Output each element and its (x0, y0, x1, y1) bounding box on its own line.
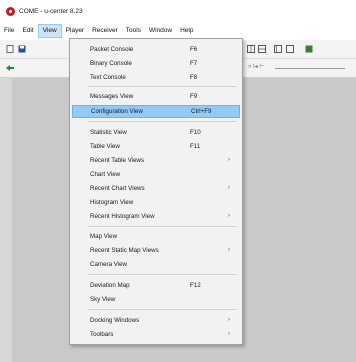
player-controls[interactable]: » I◂ ⊢ (248, 63, 265, 70)
submenu-arrow-icon: › (228, 213, 230, 219)
menu-player[interactable]: Player (62, 24, 88, 38)
menu-tools[interactable]: Tools (122, 24, 145, 38)
menu-item-label: Recent Chart Views (90, 184, 145, 192)
menu-item-label: Configuration View (91, 108, 143, 115)
menu-item-shortcut: F11 (190, 142, 201, 150)
histogram-view-icon[interactable] (286, 45, 294, 53)
grid-view-icon[interactable] (247, 45, 255, 53)
new-file-icon[interactable] (6, 45, 14, 53)
left-dock-strip (0, 78, 12, 362)
title-bar: COME - u-center 8.23 (0, 0, 356, 22)
view-menu-dropdown: Packet Console F6 Binary Console F7 Text… (69, 38, 243, 345)
menu-separator (88, 309, 236, 310)
playback-slider[interactable] (275, 68, 345, 69)
menu-item-shortcut: F12 (190, 281, 201, 289)
menu-item-label: Recent Static Map Views (90, 246, 159, 254)
window-title: COME - u-center 8.23 (19, 7, 83, 15)
menu-item-docking-windows[interactable]: Docking Windows › (72, 314, 238, 326)
menu-item-configuration-view[interactable]: Configuration View Ctrl+F9 (72, 105, 240, 118)
menu-item-sky-view[interactable]: Sky View (72, 293, 238, 305)
submenu-arrow-icon: › (228, 185, 230, 191)
menu-item-label: Histogram View (90, 198, 134, 206)
menu-file[interactable]: File (0, 24, 18, 38)
connect-icon[interactable] (6, 64, 14, 72)
menu-help[interactable]: Help (176, 24, 197, 38)
menu-item-shortcut: F8 (190, 73, 198, 81)
save-icon[interactable] (18, 45, 26, 53)
menu-item-recent-chart-views[interactable]: Recent Chart Views › (72, 182, 238, 194)
menu-item-label: Binary Console (90, 59, 132, 67)
menu-item-recent-histogram-view[interactable]: Recent Histogram View › (72, 210, 238, 222)
menu-item-chart-view[interactable]: Chart View (72, 168, 238, 180)
menu-item-map-view[interactable]: Map View (72, 230, 238, 242)
menu-item-label: Toolbars (90, 330, 114, 338)
menu-item-packet-console[interactable]: Packet Console F6 (72, 43, 238, 55)
menu-item-statistic-view[interactable]: Statistic View F10 (72, 126, 238, 138)
menu-view[interactable]: View (37, 24, 62, 38)
menu-item-label: Recent Histogram View (90, 212, 155, 220)
menu-item-label: Messages View (90, 92, 134, 100)
menu-item-shortcut: F7 (190, 59, 198, 67)
menu-item-label: Camera View (90, 260, 128, 268)
map-view-icon[interactable] (305, 45, 313, 53)
submenu-arrow-icon: › (228, 157, 230, 163)
menu-separator (88, 226, 236, 227)
menu-item-recent-static-map-views[interactable]: Recent Static Map Views › (72, 244, 238, 256)
menu-item-toolbars[interactable]: Toolbars › (72, 328, 238, 340)
submenu-arrow-icon: › (228, 317, 230, 323)
menu-item-label: Map View (90, 232, 118, 240)
menu-item-deviation-map[interactable]: Deviation Map F12 (72, 279, 238, 291)
menu-item-label: Chart View (90, 170, 121, 178)
menu-item-label: Table View (90, 142, 120, 150)
menu-item-binary-console[interactable]: Binary Console F7 (72, 57, 238, 69)
menu-item-recent-table-views[interactable]: Recent Table Views › (72, 154, 238, 166)
submenu-arrow-icon: › (228, 331, 230, 337)
menu-item-label: Statistic View (90, 128, 127, 136)
menu-receiver[interactable]: Receiver (88, 24, 122, 38)
u-blox-logo-icon (6, 6, 15, 16)
table-view-icon[interactable] (258, 45, 266, 53)
menu-item-table-view[interactable]: Table View F11 (72, 140, 238, 152)
menu-item-label: Recent Table Views (90, 156, 145, 164)
menu-separator (88, 86, 236, 87)
menu-item-text-console[interactable]: Text Console F8 (72, 71, 238, 83)
menu-item-shortcut: F9 (190, 92, 198, 100)
menu-item-shortcut: Ctrl+F9 (191, 108, 212, 115)
menu-item-label: Deviation Map (90, 281, 130, 289)
menu-item-label: Text Console (90, 73, 126, 81)
menu-item-histogram-view[interactable]: Histogram View (72, 196, 238, 208)
menu-item-shortcut: F6 (190, 45, 198, 53)
menu-window[interactable]: Window (145, 24, 176, 38)
menu-item-shortcut: F10 (190, 128, 201, 136)
menu-item-label: Packet Console (90, 45, 134, 53)
menu-item-label: Sky View (90, 295, 116, 303)
menu-item-messages-view[interactable]: Messages View F9 (72, 90, 238, 102)
menu-item-label: Docking Windows (90, 316, 140, 324)
menu-item-camera-view[interactable]: Camera View (72, 258, 238, 270)
chart-view-icon[interactable] (274, 45, 282, 53)
menu-edit[interactable]: Edit (18, 24, 37, 38)
menu-separator (88, 274, 236, 275)
submenu-arrow-icon: › (228, 247, 230, 253)
menu-separator (88, 121, 236, 122)
